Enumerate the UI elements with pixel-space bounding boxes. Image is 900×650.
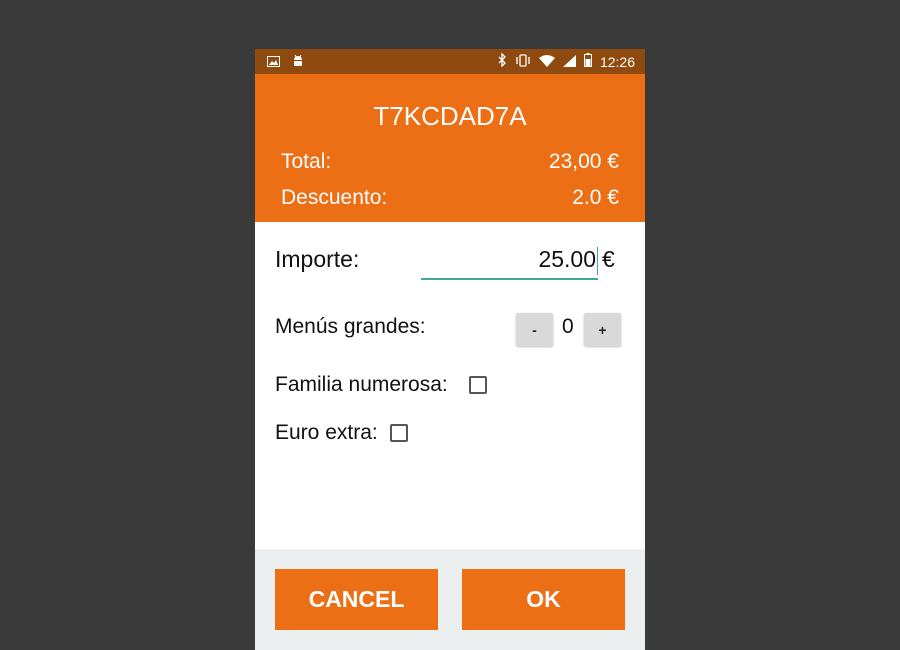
menus-decrement-button[interactable]: - — [516, 313, 553, 346]
order-summary-header: T7KCDAD7A Total: 23,00 € Descuento: 2.0 … — [255, 74, 645, 222]
descuento-label: Descuento: — [281, 186, 388, 209]
ok-button[interactable]: OK — [462, 569, 625, 630]
total-label: Total: — [281, 150, 332, 173]
familia-numerosa-label: Familia numerosa: — [275, 373, 448, 396]
euro-extra-label: Euro extra: — [275, 421, 378, 444]
menus-increment-button[interactable]: + — [584, 313, 621, 346]
status-bar: 12:26 — [255, 49, 645, 74]
cancel-button[interactable]: CANCEL — [275, 569, 438, 630]
dialog-footer: CANCEL OK — [255, 549, 645, 650]
wifi-icon — [538, 54, 555, 70]
familia-numerosa-checkbox[interactable] — [469, 376, 487, 394]
importe-label: Importe: — [275, 246, 360, 272]
descuento-value: 2.0 € — [572, 186, 619, 209]
importe-input[interactable]: 25.00 — [421, 238, 598, 280]
status-time: 12:26 — [599, 53, 635, 70]
importe-value: 25.00 — [538, 246, 596, 272]
total-value: 23,00 € — [548, 150, 619, 173]
status-bar-right: 12:26 — [498, 52, 635, 70]
order-code: T7KCDAD7A — [373, 101, 527, 131]
euro-extra-checkbox[interactable] — [390, 424, 408, 442]
importe-currency: € — [602, 246, 615, 272]
image-icon — [267, 54, 280, 70]
menus-grandes-label: Menús grandes: — [275, 315, 426, 338]
vibrate-icon — [515, 53, 531, 70]
android-icon — [292, 54, 304, 70]
dialog-screen: 12:26 T7KCDAD7A Total: 23,00 € Descuento… — [255, 49, 645, 650]
text-caret — [597, 246, 598, 275]
signal-icon — [562, 54, 576, 70]
form-content: Importe: 25.00 € Menús grandes: - 0 + Fa… — [255, 222, 645, 549]
battery-icon — [583, 53, 592, 70]
descuento-row: Descuento: 2.0 € — [281, 186, 619, 210]
bluetooth-icon — [498, 52, 507, 70]
menus-count: 0 — [562, 315, 574, 338]
total-row: Total: 23,00 € — [281, 150, 619, 174]
status-bar-left — [267, 54, 304, 70]
